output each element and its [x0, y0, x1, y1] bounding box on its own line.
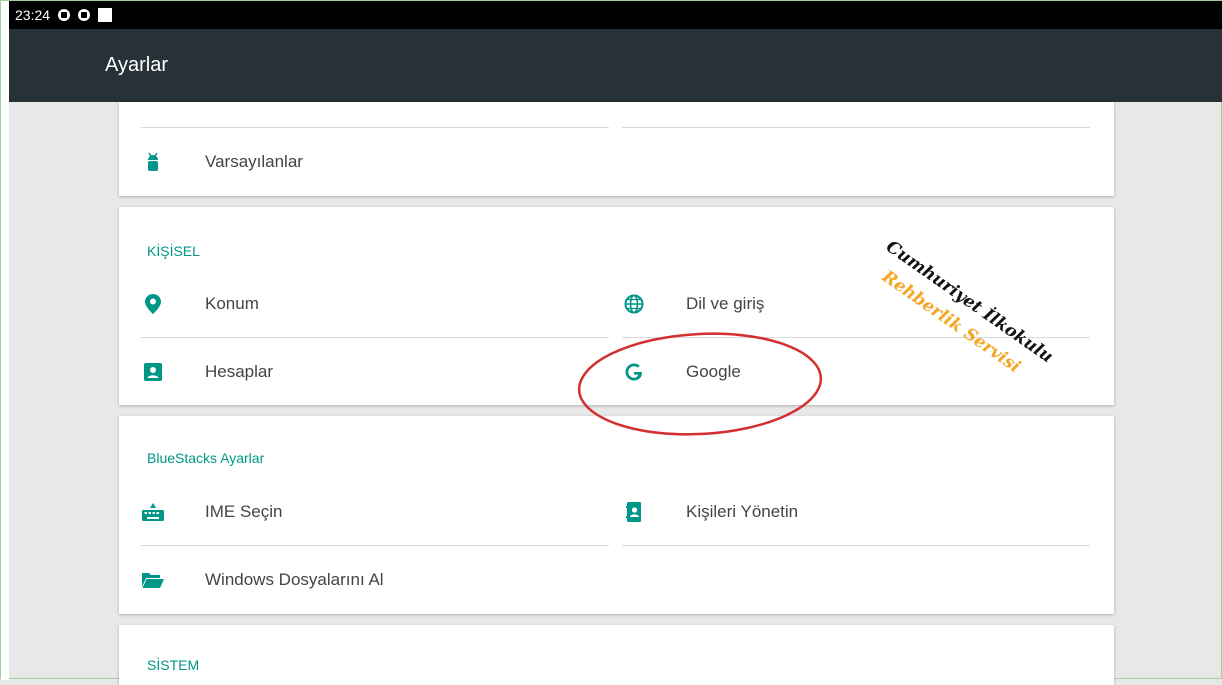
settings-item-hesaplar[interactable]: Hesaplar	[119, 338, 609, 406]
settings-item-kisileri-yonetin[interactable]: Kişileri Yönetin	[600, 478, 1090, 546]
settings-item-label: Kişileri Yönetin	[686, 502, 799, 521]
settings-item-label: Hesaplar	[205, 362, 274, 381]
settings-card-bluestacks: BlueStacks Ayarlar IME Seçin Kişileri Yö…	[119, 416, 1114, 614]
status-time: 23:24	[15, 7, 51, 23]
app-bar: Ayarlar	[9, 29, 1222, 102]
status-bar: 23:24	[9, 1, 1222, 29]
notification-square-icon	[98, 8, 113, 22]
settings-item-label: Varsayılanlar	[205, 152, 303, 171]
section-title: SİSTEM	[147, 657, 200, 673]
settings-card-top: Varsayılanlar	[119, 102, 1114, 196]
settings-card-sistem: SİSTEM	[119, 625, 1114, 685]
settings-item-ime-secin[interactable]: IME Seçin	[119, 478, 609, 546]
settings-item-label: Dil ve giriş	[686, 294, 765, 313]
settings-item-windows-dosyalari[interactable]: Windows Dosyalarını Al	[119, 546, 609, 614]
divider	[622, 127, 1090, 128]
globe-icon	[622, 292, 646, 316]
section-title: KİŞİSEL	[147, 243, 200, 259]
notification-icon	[58, 9, 71, 21]
account-box-icon	[141, 360, 165, 384]
location-pin-icon	[141, 292, 165, 316]
contacts-book-icon	[622, 500, 646, 524]
notification-icon	[78, 9, 91, 21]
section-title: BlueStacks Ayarlar	[147, 450, 265, 466]
folder-open-icon	[141, 568, 165, 592]
left-strip	[1, 1, 9, 680]
settings-item-label: Konum	[205, 294, 259, 313]
settings-item-label: IME Seçin	[205, 502, 283, 521]
android-icon	[141, 150, 165, 174]
settings-item-dil-ve-giris[interactable]: Dil ve giriş	[600, 270, 1090, 338]
settings-item-label: Windows Dosyalarını Al	[205, 570, 384, 589]
keyboard-icon	[141, 500, 165, 524]
annotation-ellipse	[577, 332, 823, 436]
settings-item-konum[interactable]: Konum	[119, 270, 609, 338]
divider	[622, 545, 1090, 546]
settings-item-varsayilanlar[interactable]: Varsayılanlar	[119, 128, 609, 196]
page-title: Ayarlar	[105, 54, 168, 76]
